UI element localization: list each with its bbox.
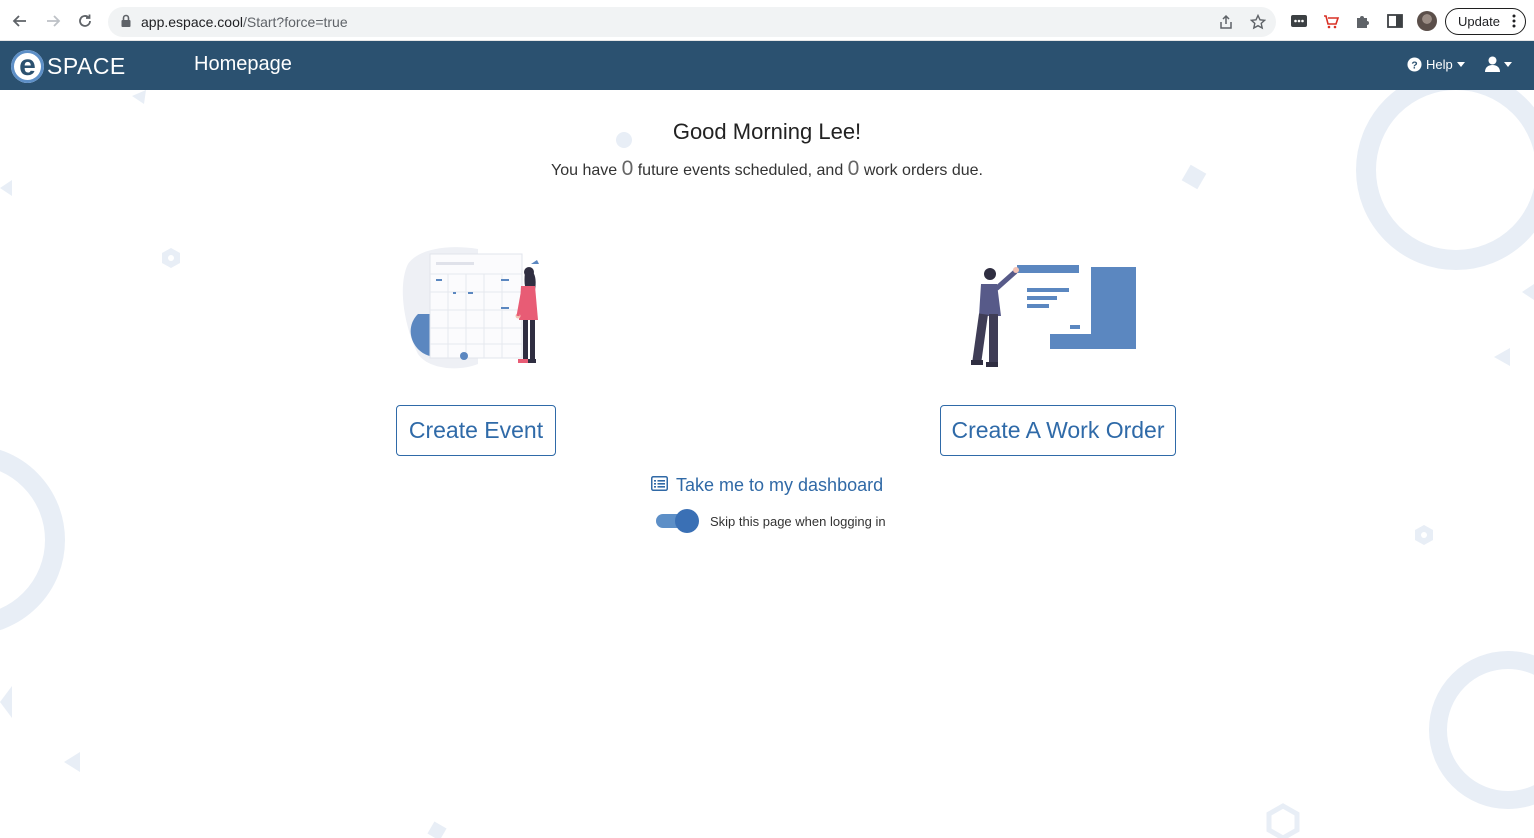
toggle-knob <box>675 509 699 533</box>
browser-toolbar: app.espace.cool/Start?force=true Update <box>0 0 1534 41</box>
espace-logo[interactable]: e SPACE <box>11 49 126 83</box>
summary-text: You have 0 future events scheduled, and … <box>0 157 1534 181</box>
share-icon[interactable] <box>1217 13 1235 31</box>
kebab-menu-icon <box>1512 14 1516 31</box>
list-icon <box>651 475 668 496</box>
skip-page-toggle-label: Skip this page when logging in <box>710 514 886 529</box>
question-circle-icon: ? <box>1407 57 1422 72</box>
forward-button[interactable] <box>42 10 64 32</box>
help-menu[interactable]: ? Help <box>1407 57 1465 72</box>
update-label: Update <box>1458 14 1500 29</box>
caret-down-icon <box>1456 62 1465 67</box>
logo-word: SPACE <box>47 52 126 79</box>
profile-avatar[interactable] <box>1417 11 1437 31</box>
greeting-heading: Good Morning Lee! <box>672 119 862 144</box>
puzzle-icon[interactable] <box>1353 11 1373 31</box>
skip-page-toggle[interactable] <box>656 509 700 533</box>
dashboard-link-label: Take me to my dashboard <box>676 475 884 495</box>
svg-text:?: ? <box>1411 60 1417 71</box>
url-text[interactable]: app.espace.cool/Start?force=true <box>141 14 348 30</box>
create-work-order-button[interactable]: Create A Work Order <box>940 405 1176 456</box>
address-bar[interactable]: app.espace.cool/Start?force=true <box>108 7 1276 37</box>
logo-letter: e <box>11 49 44 83</box>
summary-suffix: work orders due. <box>863 162 983 179</box>
arrow-right-icon <box>47 15 61 27</box>
user-menu[interactable] <box>1485 56 1512 72</box>
extension-icon[interactable] <box>1289 11 1309 31</box>
lock-icon <box>120 14 132 33</box>
app-header: e SPACE Homepage ? Help <box>0 41 1534 90</box>
back-button[interactable] <box>9 10 31 32</box>
star-icon[interactable] <box>1249 13 1267 31</box>
page-title: Homepage <box>194 53 292 75</box>
create-event-button[interactable]: Create Event <box>396 405 556 456</box>
update-button[interactable]: Update <box>1445 8 1526 35</box>
sidepanel-icon[interactable] <box>1385 11 1405 31</box>
user-icon <box>1485 56 1500 72</box>
summary-middle: future events scheduled, and <box>637 162 844 179</box>
cart-extension-icon[interactable] <box>1321 11 1341 31</box>
help-label: Help <box>1426 57 1453 72</box>
work-order-illustration <box>971 265 1136 367</box>
reload-button[interactable] <box>74 10 96 32</box>
caret-down-icon <box>1504 61 1512 67</box>
dashboard-link[interactable]: Take me to my dashboard <box>651 475 883 496</box>
events-count: 0 <box>621 157 634 180</box>
reload-icon <box>79 14 91 27</box>
work-orders-count: 0 <box>847 157 860 180</box>
calendar-illustration <box>402 247 539 369</box>
summary-prefix: You have <box>551 162 618 179</box>
arrow-left-icon <box>12 15 26 27</box>
